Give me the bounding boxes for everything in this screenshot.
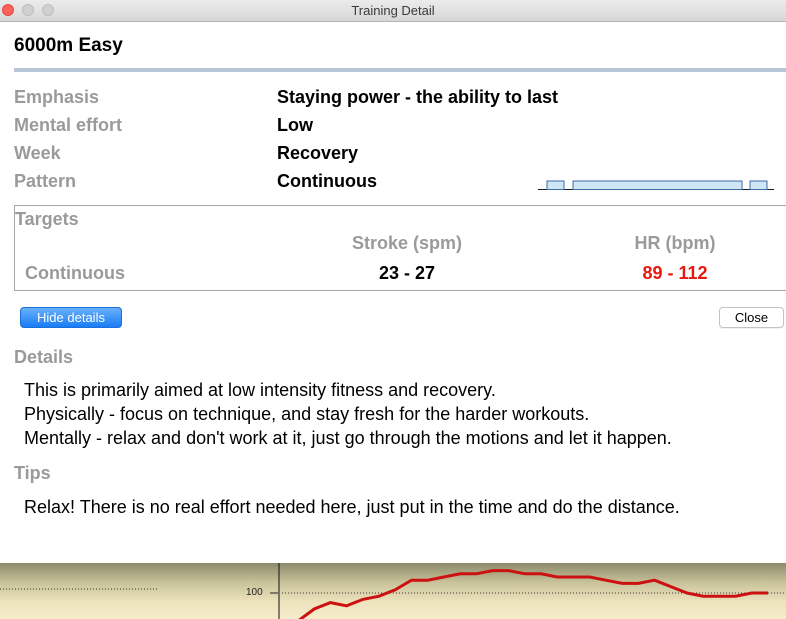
details-line: Physically - focus on technique, and sta… [24, 404, 590, 424]
pattern-segment-main [572, 180, 743, 190]
pattern-value: Continuous [277, 171, 377, 191]
stroke-column-header: Stroke (spm) [351, 233, 463, 253]
targets-heading: Targets [15, 209, 79, 229]
pattern-label: Pattern [14, 171, 77, 191]
mental-effort-label: Mental effort [14, 115, 122, 135]
details-heading: Details [14, 347, 74, 367]
details-line: Mentally - relax and don't work at it, j… [24, 428, 672, 448]
hide-details-button[interactable]: Hide details [20, 307, 122, 328]
hr-column-header: HR (bpm) [634, 233, 716, 253]
workout-title: 6000m Easy [14, 35, 123, 56]
window-title: Training Detail [351, 3, 435, 18]
mental-effort-value: Low [277, 115, 313, 135]
pattern-segment-warmup [546, 180, 565, 190]
tips-heading: Tips [14, 463, 51, 483]
background-hr-chart: 100 [0, 563, 786, 619]
week-label: Week [14, 143, 61, 163]
tips-line: Relax! There is no real effort needed he… [24, 497, 680, 517]
pattern-segment-cooldown [749, 180, 768, 190]
window-titlebar: Training Detail [0, 0, 786, 22]
pattern-graphic [538, 180, 774, 190]
emphasis-label: Emphasis [14, 87, 100, 107]
stroke-target-value: 23 - 27 [378, 263, 436, 283]
close-button[interactable]: Close [719, 307, 784, 328]
hr-chart-svg [0, 563, 786, 619]
hr-target-value: 89 - 112 [642, 263, 708, 283]
emphasis-value: Staying power - the ability to last [277, 87, 559, 107]
y-tick-label: 100 [246, 587, 263, 598]
title-divider [14, 68, 786, 72]
targets-panel: Targets Stroke (spm) HR (bpm) Continuous… [14, 205, 786, 291]
hr-series-line [298, 569, 768, 619]
target-row-label: Continuous [25, 263, 125, 283]
week-value: Recovery [277, 143, 359, 163]
details-line: This is primarily aimed at low intensity… [24, 380, 496, 400]
